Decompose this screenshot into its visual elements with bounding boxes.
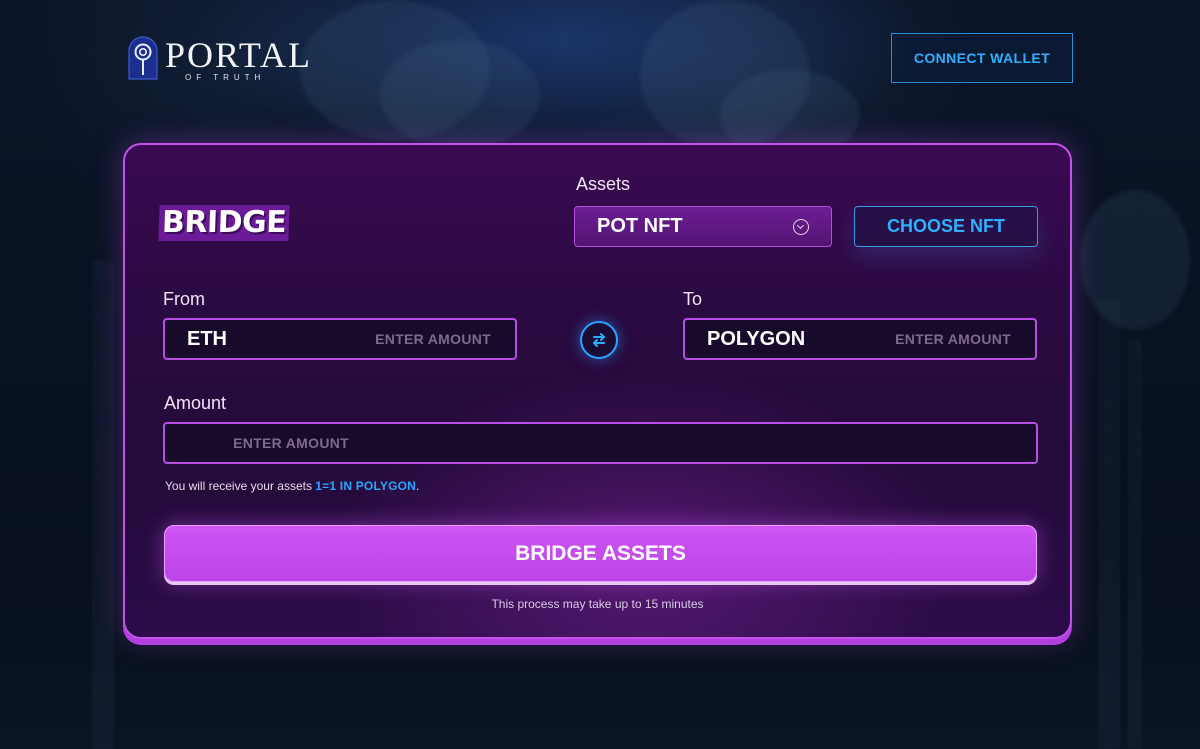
- from-token: ETH: [187, 327, 227, 350]
- connect-wallet-button[interactable]: CONNECT WALLET: [891, 33, 1073, 83]
- to-amount-input[interactable]: [849, 330, 1013, 348]
- from-field[interactable]: ETH: [163, 318, 517, 360]
- portal-keyhole-icon: [128, 36, 158, 80]
- to-field[interactable]: POLYGON: [683, 318, 1037, 360]
- assets-label: Assets: [576, 174, 631, 194]
- from-label: From: [163, 289, 205, 309]
- receive-note: You will receive your assets 1=1 IN POLY…: [165, 479, 419, 493]
- swap-direction-button[interactable]: [580, 321, 618, 359]
- amount-label: Amount: [164, 393, 227, 413]
- process-time-note: This process may take up to 15 minutes: [491, 597, 704, 611]
- bridge-title: BRIDGE: [158, 205, 290, 241]
- from-amount-input[interactable]: [329, 330, 493, 348]
- amount-input[interactable]: [187, 434, 351, 452]
- portal-of-truth-logo[interactable]: PORTAL OF TRUTH: [127, 35, 310, 83]
- asset-select-value: POT NFT: [597, 215, 683, 237]
- receive-note-highlight: 1=1 IN POLYGON: [315, 479, 417, 493]
- to-token: POLYGON: [707, 327, 806, 350]
- swap-arrows-icon: [593, 333, 605, 347]
- logo-wordmark: PORTAL: [165, 35, 312, 75]
- choose-nft-button[interactable]: CHOOSE NFT: [854, 206, 1038, 247]
- logo-tagline: OF TRUTH: [185, 73, 266, 82]
- receive-note-end: .: [416, 479, 420, 493]
- bridge-assets-button[interactable]: BRIDGE ASSETS: [164, 525, 1037, 582]
- asset-select[interactable]: POT NFT: [574, 206, 832, 247]
- chevron-down-icon: [793, 218, 809, 235]
- receive-note-text: You will receive your assets: [165, 479, 316, 493]
- to-label: To: [683, 289, 703, 309]
- amount-field[interactable]: [163, 422, 1038, 464]
